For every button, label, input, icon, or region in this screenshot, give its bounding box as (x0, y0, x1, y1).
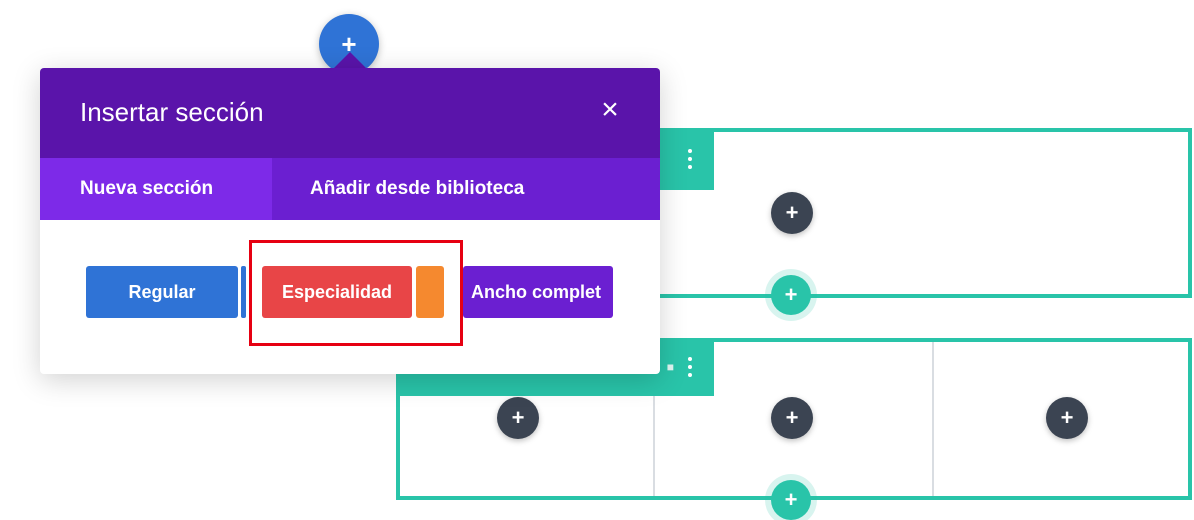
add-row-button[interactable]: + (771, 480, 811, 520)
close-icon[interactable]: × (598, 95, 622, 125)
modal-header: Insertar sección × (40, 68, 660, 158)
tab-nueva-seccion[interactable]: Nueva sección (40, 158, 272, 220)
tab-label: Añadir desde biblioteca (310, 178, 525, 199)
add-row-button[interactable]: + (771, 275, 811, 315)
plus-icon: + (784, 487, 798, 512)
section-menu-icon[interactable] (688, 357, 692, 377)
add-module-button[interactable]: + (771, 397, 813, 439)
tab-anadir-desde-biblioteca[interactable]: Añadir desde biblioteca (272, 158, 524, 220)
plus-icon: + (785, 200, 799, 225)
add-module-button[interactable]: + (1046, 397, 1088, 439)
ancho-completo-button-label: Ancho complet (471, 281, 602, 302)
regular-button-edge (241, 266, 246, 318)
add-module-button[interactable]: + (497, 397, 539, 439)
section-menu-icon[interactable] (688, 149, 692, 169)
plus-icon: + (784, 282, 798, 307)
plus-icon: + (785, 405, 799, 430)
delete-icon[interactable]: ■ (667, 360, 674, 374)
modal-title: Insertar sección (80, 96, 264, 127)
plus-icon: + (1060, 405, 1074, 430)
ancho-completo-button[interactable]: Ancho complet (463, 266, 613, 318)
regular-button[interactable]: Regular (86, 266, 238, 318)
modal-pointer (334, 52, 366, 68)
highlight-box (249, 240, 463, 346)
tab-label: Nueva sección (80, 178, 214, 199)
plus-icon: + (511, 405, 525, 430)
column-divider (932, 342, 934, 496)
add-module-button[interactable]: + (771, 192, 813, 234)
modal-tabs: Nueva sección Añadir desde biblioteca (40, 158, 660, 220)
regular-button-label: Regular (128, 281, 196, 302)
